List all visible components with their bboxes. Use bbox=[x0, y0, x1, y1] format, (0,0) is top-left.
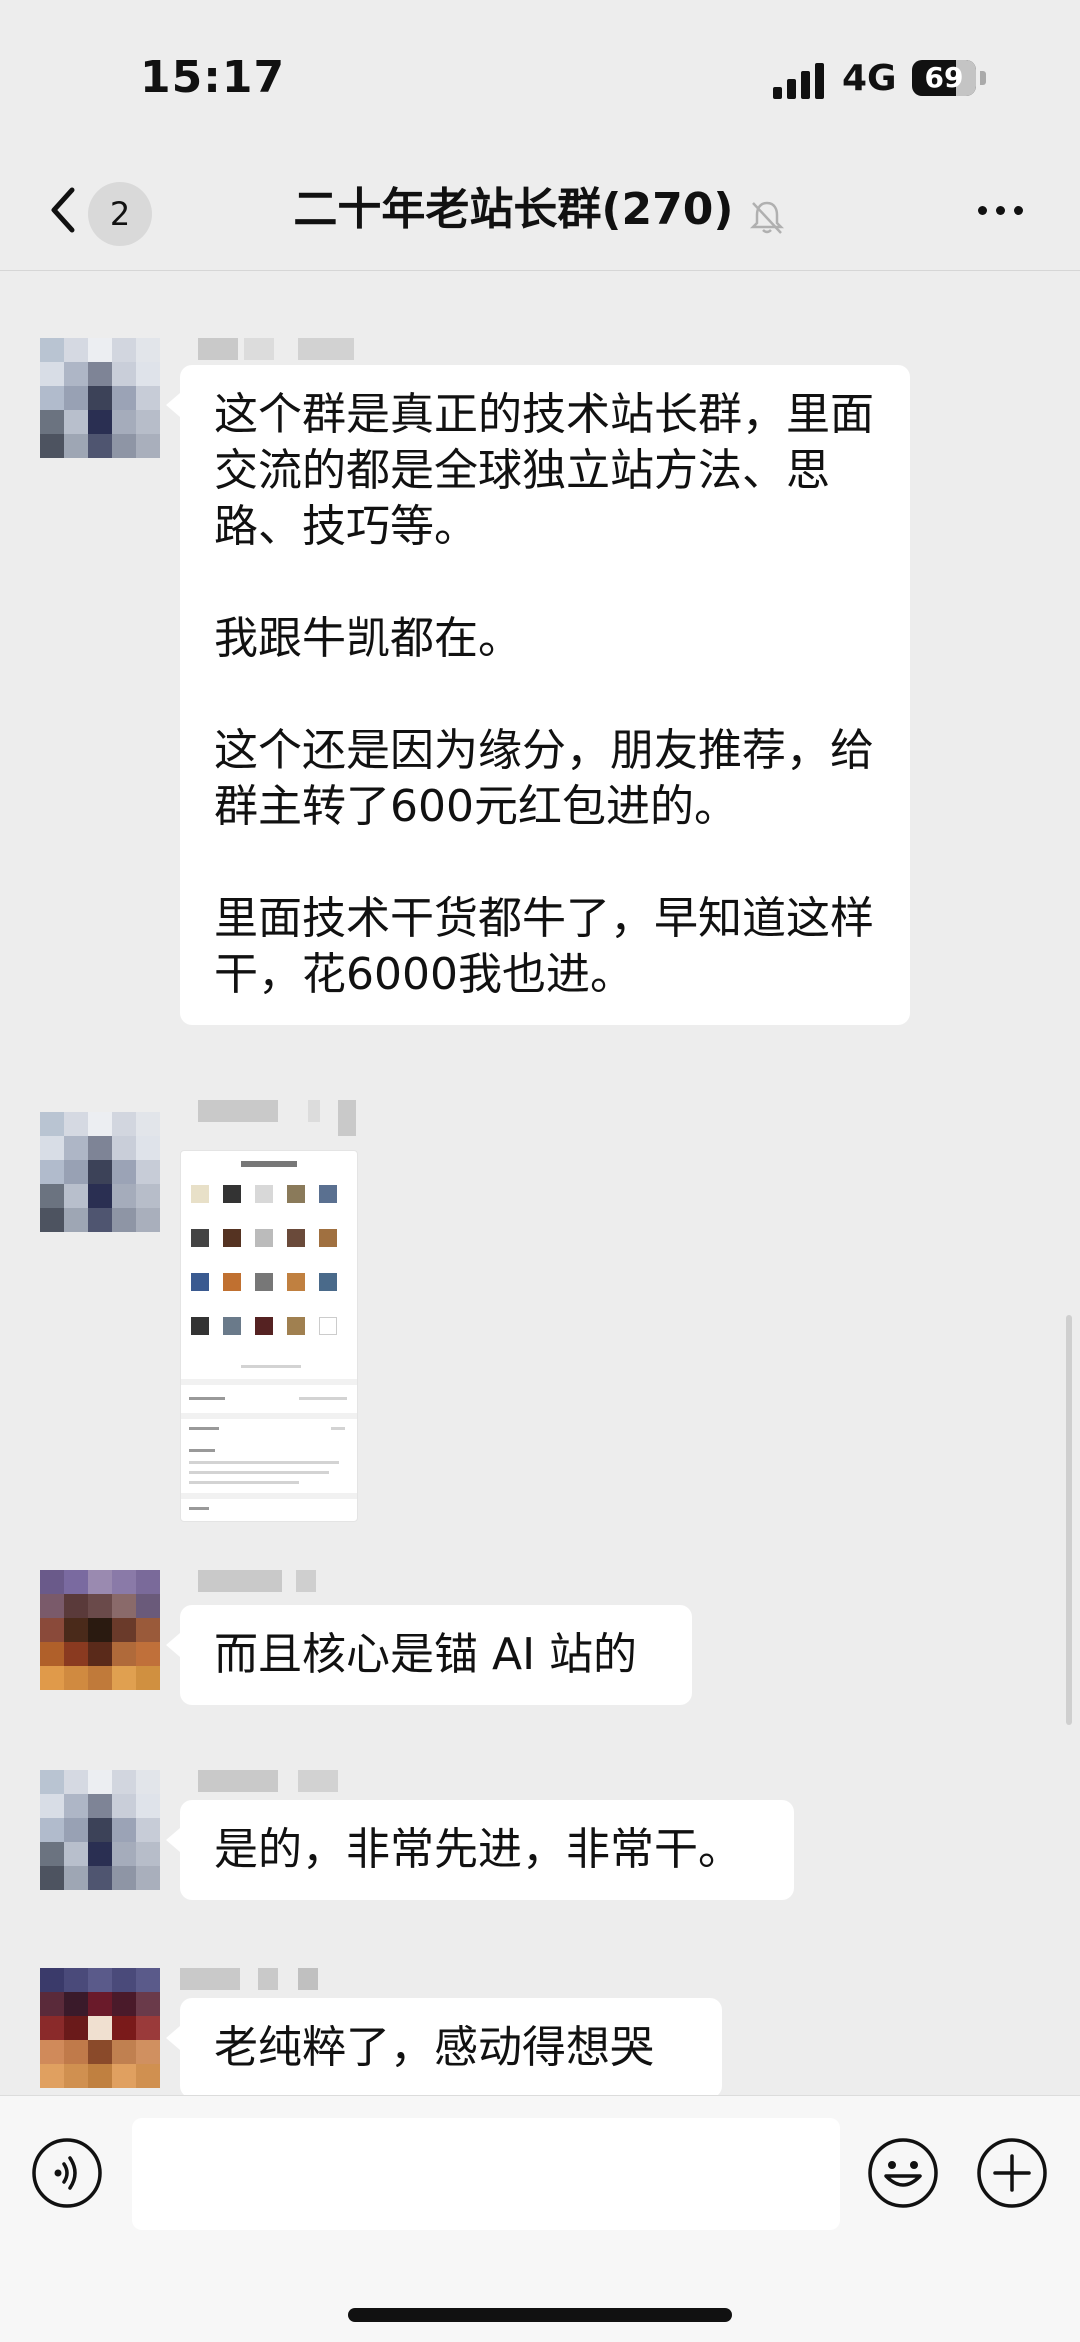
message-input[interactable] bbox=[132, 2118, 840, 2230]
status-bar: 15:17 4G 69 bbox=[0, 0, 1080, 150]
message-text: 里面技术干货都牛了，早知道这样干，花6000我也进。 bbox=[214, 893, 874, 1000]
plus-icon[interactable] bbox=[975, 2136, 1049, 2210]
input-bar bbox=[0, 2095, 1080, 2342]
message-text: 这个还是因为缘分，朋友推荐，给群主转了600元红包进的。 bbox=[214, 725, 874, 832]
scrollbar[interactable] bbox=[1066, 1315, 1072, 1725]
message-text: 我跟牛凯都在。 bbox=[214, 613, 522, 664]
image-message[interactable] bbox=[180, 1150, 358, 1522]
more-dots-icon[interactable] bbox=[970, 200, 1030, 220]
message-bubble[interactable]: 而且核心是锚 AI 站的 bbox=[166, 1605, 692, 1705]
chat-title: 二十年老站长群(270) bbox=[293, 184, 734, 235]
signal-icon bbox=[773, 63, 827, 99]
avatar[interactable] bbox=[40, 338, 160, 458]
chat-title-area[interactable]: 二十年老站长群(270) bbox=[200, 180, 880, 240]
avatar[interactable] bbox=[40, 1968, 160, 2088]
message-text: 是的，非常先进，非常干。 bbox=[214, 1824, 742, 1875]
message-bubble[interactable]: 是的，非常先进，非常干。 bbox=[166, 1800, 794, 1900]
unread-badge[interactable]: 2 bbox=[88, 182, 152, 246]
chat-header: 2 二十年老站长群(270) bbox=[0, 150, 1080, 271]
sender-name bbox=[180, 1968, 320, 1990]
home-indicator bbox=[348, 2308, 732, 2322]
sender-name bbox=[198, 1570, 338, 1592]
message-bubble[interactable]: 老纯粹了，感动得想哭 bbox=[166, 1998, 722, 2098]
voice-icon[interactable] bbox=[30, 2136, 104, 2210]
sender-name bbox=[198, 1770, 358, 1792]
network-type: 4G bbox=[842, 58, 897, 99]
status-time: 15:17 bbox=[140, 52, 286, 103]
message-text: 而且核心是锚 AI 站的 bbox=[214, 1629, 638, 1680]
battery-level: 69 bbox=[924, 61, 964, 94]
message-text: 这个群是真正的技术站长群，里面交流的都是全球独立站方法、思路、技巧等。 bbox=[214, 389, 874, 552]
battery-icon: 69 bbox=[912, 60, 976, 96]
sender-name bbox=[198, 1100, 358, 1136]
message-text: 老纯粹了，感动得想哭 bbox=[214, 2022, 654, 2073]
avatar[interactable] bbox=[40, 1570, 160, 1690]
bell-slash-icon bbox=[749, 201, 784, 234]
avatar[interactable] bbox=[40, 1770, 160, 1890]
message-bubble[interactable]: 这个群是真正的技术站长群，里面交流的都是全球独立站方法、思路、技巧等。 我跟牛凯… bbox=[166, 365, 910, 1025]
battery-cap bbox=[980, 71, 986, 85]
emoji-icon[interactable] bbox=[866, 2136, 940, 2210]
avatar[interactable] bbox=[40, 1112, 160, 1232]
sender-name bbox=[198, 338, 358, 360]
